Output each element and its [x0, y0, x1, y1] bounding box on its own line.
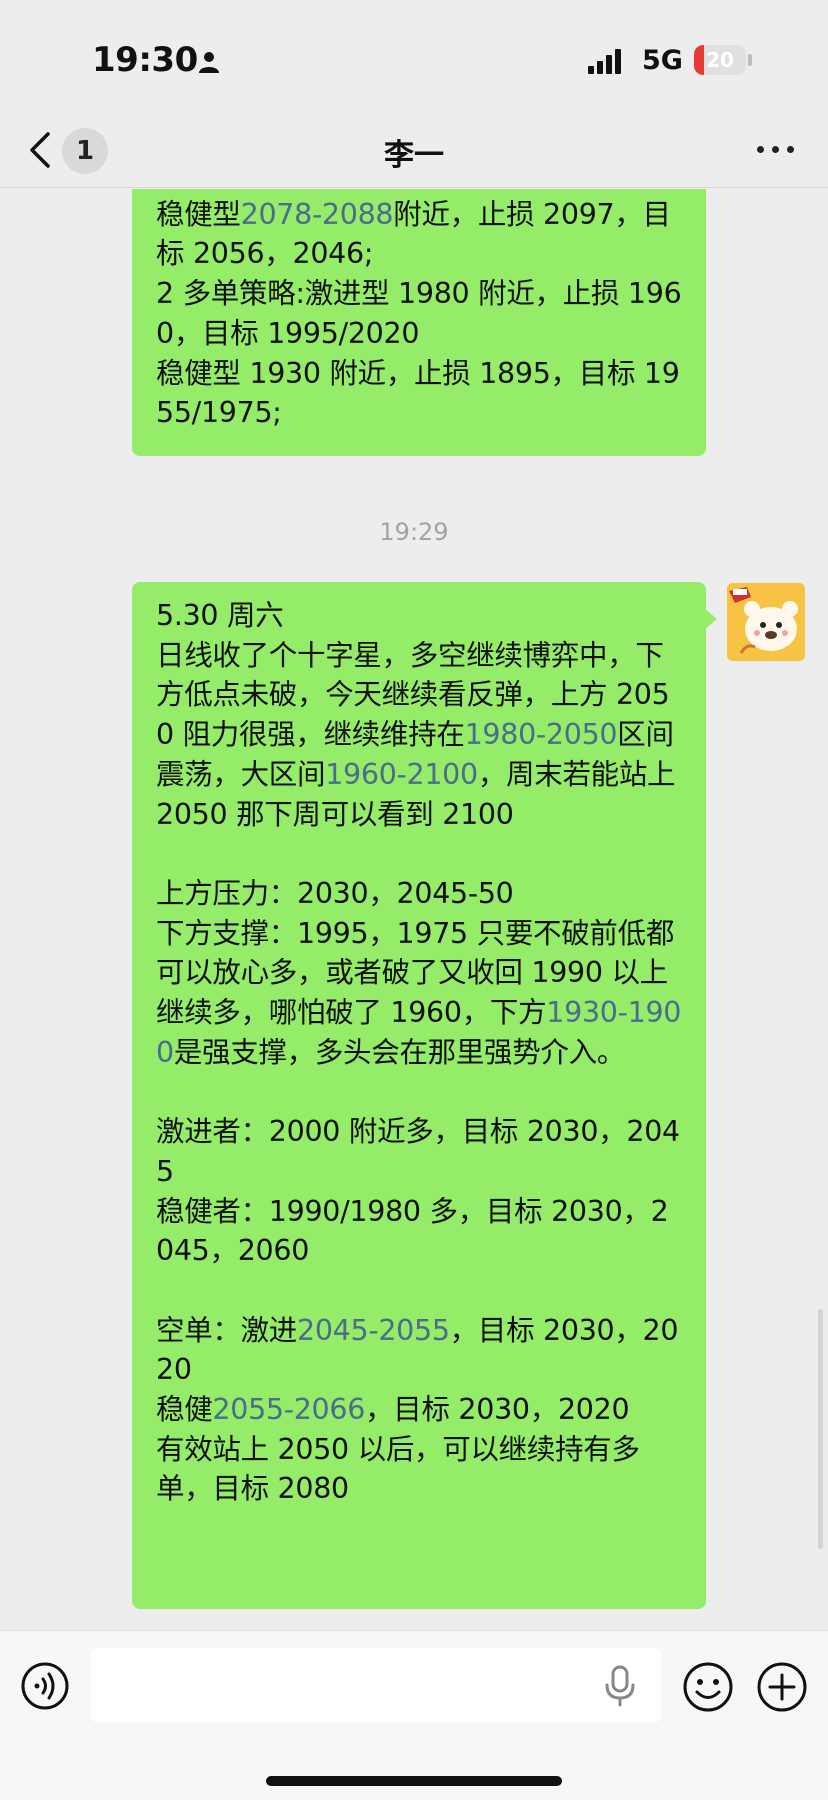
scroll-indicator[interactable]	[818, 1309, 823, 1549]
emoji-icon[interactable]	[682, 1661, 734, 1713]
message-input[interactable]	[91, 1648, 661, 1723]
status-bar: 19:30 5G 20	[0, 0, 828, 112]
chat-screen: 19:30 5G 20 1 李一 稳健型2078-2088附近，止损 2097，…	[0, 0, 828, 1800]
back-chevron-icon	[30, 132, 50, 168]
nav-bar: 1 李一	[0, 112, 828, 188]
message-bubble-previous[interactable]: 损 2085，目标 2020/2000; 稳健型2078-2088附近，止损 2…	[132, 189, 706, 456]
bear-avatar-icon	[727, 583, 805, 661]
plus-icon[interactable]	[756, 1661, 808, 1713]
voice-icon[interactable]	[20, 1661, 70, 1711]
network-label: 5G	[642, 45, 683, 76]
highlighted-range-text[interactable]: 2078-2088	[241, 198, 394, 231]
home-indicator[interactable]	[266, 1776, 562, 1786]
unread-count-badge: 1	[62, 128, 108, 174]
message-text: 附近，止损 2097，目标 2056，2046; 2 多单策略:激进型 1980…	[156, 197, 682, 430]
chat-title: 李一	[384, 138, 444, 173]
highlighted-range-text[interactable]: 1980-2050	[465, 718, 618, 751]
more-dots-icon[interactable]	[756, 132, 796, 168]
message-text: ，周末若能站上 2050 那下周可以看到 2100 上方压力：2030，2045…	[156, 757, 676, 1030]
back-button[interactable]: 1	[26, 128, 116, 174]
message-timestamp: 19:29	[379, 518, 449, 546]
message-text: 是强支撑，多头会在那里强势介入。 激进者：2000 附近多，目标 2030，20…	[156, 1035, 680, 1347]
signal-icon	[588, 48, 628, 74]
battery-icon: 20	[694, 45, 746, 75]
highlighted-range-text[interactable]: 1960-2100	[325, 758, 478, 791]
avatar[interactable]	[727, 583, 805, 661]
message-list[interactable]: 损 2085，目标 2020/2000; 稳健型2078-2088附近，止损 2…	[0, 189, 828, 1630]
battery-level: 20	[706, 48, 734, 72]
highlighted-range-text[interactable]: 2045-2055	[297, 1314, 450, 1347]
message-bubble-main[interactable]: 5.30 周六 日线收了个十字星，多空继续博弈中，下方低点未破，今天继续看反弹，…	[132, 582, 706, 1609]
battery-cap	[748, 54, 752, 66]
person-icon	[199, 52, 219, 73]
status-time: 19:30	[92, 40, 198, 80]
input-bar	[0, 1630, 828, 1800]
microphone-icon[interactable]	[604, 1665, 636, 1707]
bubble-tail	[705, 609, 717, 629]
highlighted-range-text[interactable]: 2055-2066	[212, 1393, 365, 1426]
